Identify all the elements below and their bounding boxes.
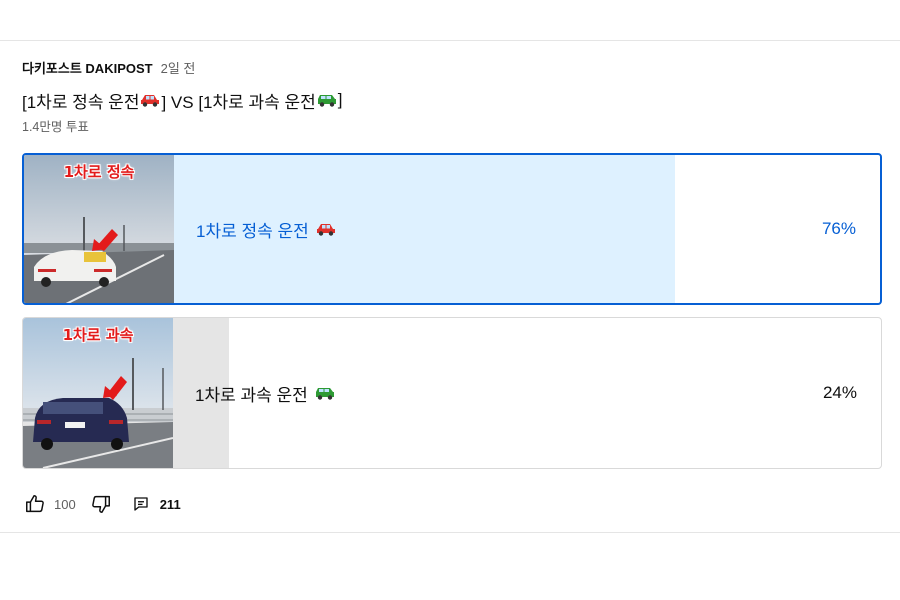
community-post: 다키포스트 DAKIPOST 2일 전 [1차로 정속 운전 ] VS [1차로… — [22, 58, 884, 469]
poll-option-1-label: 1차로 정속 운전 — [196, 221, 309, 241]
poll-option-2-label: 1차로 과속 운전 — [195, 385, 308, 405]
title-part-3: ] — [337, 90, 343, 109]
poll-option-1-percent: 76% — [821, 219, 856, 238]
poll-option-2-percent: 24% — [822, 383, 857, 402]
poll-option-2-thumbnail: 1차로 과속 — [23, 318, 173, 468]
vote-count: 1.4만명 투표 — [22, 120, 89, 134]
poll-option-2[interactable]: 1차로 과속 1차로 과속 운전 24% — [22, 317, 882, 469]
post-time[interactable]: 2일 전 — [161, 58, 196, 77]
post-title: [1차로 정속 운전 ] VS [1차로 과속 운전 ] — [22, 86, 884, 114]
channel-name[interactable]: 다키포스트 DAKIPOST — [22, 58, 153, 77]
green-car-icon — [317, 95, 336, 107]
thumbnail-caption: 1차로 과속 — [62, 326, 134, 344]
comment-count: 211 — [159, 496, 181, 512]
thumbs-up-icon — [26, 495, 44, 513]
poll-option-1-label-row: 1차로 정속 운전 — [196, 155, 337, 303]
title-part-2: ] VS [1차로 과속 운전 — [161, 92, 316, 112]
poll-option-1[interactable]: 1차로 정속 1차로 정속 운전 76% — [22, 153, 882, 305]
post-header: 다키포스트 DAKIPOST 2일 전 — [22, 58, 884, 80]
red-car-icon — [316, 224, 335, 236]
comment-icon — [134, 497, 148, 511]
thumbnail-caption: 1차로 정속 — [63, 163, 135, 181]
like-button[interactable] — [22, 491, 48, 517]
title-part-1: [1차로 정속 운전 — [22, 92, 140, 112]
poll-option-1-thumbnail: 1차로 정속 — [24, 155, 174, 303]
thumbs-down-icon — [91, 495, 110, 513]
comment-button[interactable] — [128, 491, 154, 517]
top-divider — [0, 40, 900, 41]
action-bar: 100 211 — [22, 488, 181, 520]
dislike-button[interactable] — [88, 491, 114, 517]
bottom-divider — [0, 532, 900, 533]
green-car-icon — [315, 388, 334, 400]
like-count: 100 — [54, 496, 76, 512]
poll-option-2-label-row: 1차로 과속 운전 — [195, 318, 336, 468]
red-car-icon — [141, 95, 160, 107]
